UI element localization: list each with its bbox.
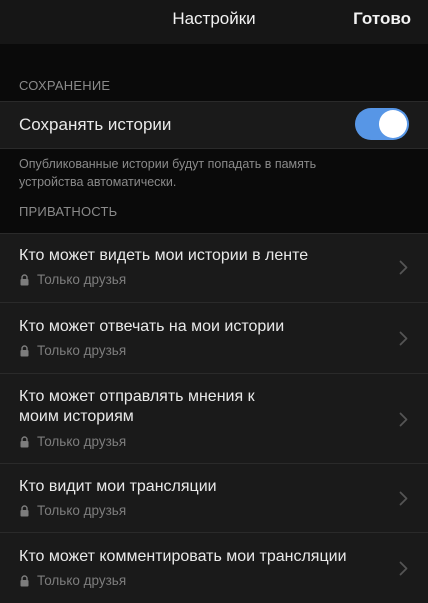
- item-title: Кто может комментировать мои трансляции: [19, 548, 347, 565]
- section-header-privacy: ПРИВАТНОСТЬ: [19, 204, 118, 219]
- privacy-item-broadcast-comments[interactable]: Кто может комментировать мои трансляции …: [0, 532, 428, 603]
- privacy-item-replies[interactable]: Кто может отвечать на мои истории Только…: [0, 302, 428, 373]
- save-stories-label: Сохранять истории: [19, 115, 172, 134]
- section-header-saving: СОХРАНЕНИЕ: [19, 78, 111, 93]
- item-value-text: Только друзья: [37, 343, 127, 358]
- save-stories-toggle[interactable]: [355, 108, 409, 140]
- item-title: Кто может видеть мои истории в ленте: [19, 247, 309, 264]
- item-title: Кто может отправлять мнения к моим истор…: [19, 387, 255, 427]
- item-value: Только друзья: [19, 503, 126, 518]
- lock-icon: [20, 435, 29, 447]
- item-value-text: Только друзья: [37, 573, 127, 588]
- item-title: Кто видит мои трансляции: [19, 478, 217, 495]
- item-title-line: Кто может отправлять мнения к: [19, 388, 255, 405]
- chevron-right-icon: [399, 491, 408, 506]
- item-value: Только друзья: [19, 343, 126, 358]
- item-title: Кто может отвечать на мои истории: [19, 318, 285, 335]
- description-line: устройства автоматически.: [19, 175, 177, 189]
- lock-icon: [20, 574, 29, 586]
- chevron-right-icon: [399, 561, 408, 576]
- navigation-bar: Настройки Готово: [0, 0, 428, 44]
- item-value-text: Только друзья: [37, 434, 127, 449]
- chevron-right-icon: [399, 260, 408, 275]
- save-stories-row: Сохранять истории: [0, 101, 428, 149]
- item-value: Только друзья: [19, 272, 126, 287]
- chevron-right-icon: [399, 412, 408, 427]
- lock-icon: [20, 273, 29, 285]
- toggle-knob: [379, 110, 407, 138]
- lock-icon: [20, 504, 29, 516]
- item-value: Только друзья: [19, 573, 126, 588]
- done-button[interactable]: Готово: [353, 9, 411, 29]
- save-stories-description: Опубликованные истории будут попадать в …: [0, 149, 428, 203]
- privacy-item-stories-feed[interactable]: Кто может видеть мои истории в ленте Тол…: [0, 233, 428, 302]
- privacy-item-opinions[interactable]: Кто может отправлять мнения к моим истор…: [0, 373, 428, 463]
- item-title-line: моим историям: [19, 408, 134, 425]
- description-line: Опубликованные истории будут попадать в …: [19, 157, 317, 171]
- item-value-text: Только друзья: [37, 272, 127, 287]
- item-value: Только друзья: [19, 434, 126, 449]
- item-value-text: Только друзья: [37, 503, 127, 518]
- privacy-item-broadcasts[interactable]: Кто видит мои трансляции Только друзья: [0, 463, 428, 532]
- chevron-right-icon: [399, 331, 408, 346]
- lock-icon: [20, 344, 29, 356]
